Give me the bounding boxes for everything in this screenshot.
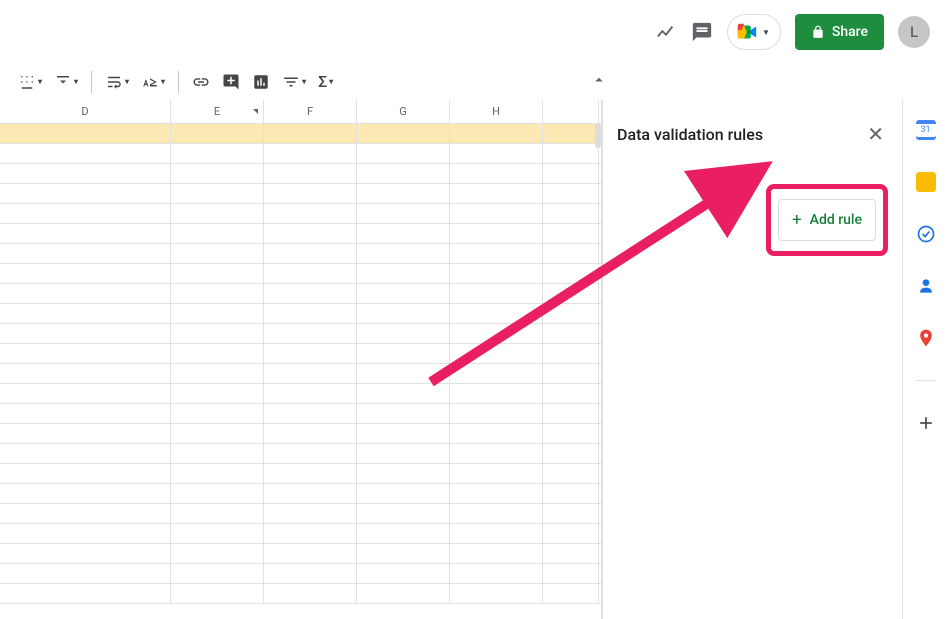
wrap-text-tool[interactable]: ▾	[101, 69, 133, 95]
close-icon[interactable]: ✕	[863, 118, 888, 150]
table-row[interactable]	[0, 264, 601, 284]
table-row[interactable]	[0, 404, 601, 424]
separator	[916, 380, 936, 381]
top-bar: ▼ Share L	[0, 0, 948, 64]
filter-tool[interactable]: ▾	[278, 69, 310, 95]
rotate-text-tool[interactable]: ▾	[137, 69, 169, 95]
column-headers: D E F G H	[0, 100, 601, 124]
sidebar-title: Data validation rules	[617, 125, 763, 144]
annotation-highlight: + Add rule	[766, 184, 888, 256]
separator	[178, 71, 179, 93]
table-row[interactable]	[0, 184, 601, 204]
column-header[interactable]: E	[171, 100, 264, 123]
keep-icon[interactable]	[914, 170, 938, 194]
add-addon-icon[interactable]	[914, 411, 938, 435]
column-header[interactable]: D	[0, 100, 171, 123]
column-header[interactable]	[543, 100, 599, 123]
share-button[interactable]: Share	[795, 14, 884, 50]
toolbar: ▾ ▾ ▾ ▾ ▾ Σ ▾	[0, 64, 948, 100]
plus-icon: +	[792, 210, 802, 230]
scrollbar[interactable]	[595, 124, 601, 148]
table-row[interactable]	[0, 164, 601, 184]
column-header[interactable]: G	[357, 100, 450, 123]
table-row[interactable]	[0, 424, 601, 444]
spreadsheet-grid[interactable]: D E F G H	[0, 100, 602, 619]
table-row[interactable]	[0, 464, 601, 484]
vertical-align-tool[interactable]: ▾	[50, 69, 82, 95]
filter-indicator-icon[interactable]	[253, 109, 258, 114]
table-row[interactable]	[0, 304, 601, 324]
side-panel-rail	[902, 100, 948, 619]
data-validation-panel: Data validation rules ✕ + Add rule	[602, 100, 902, 619]
comments-icon[interactable]	[691, 21, 713, 43]
collapse-toolbar-icon[interactable]	[590, 71, 608, 93]
border-bottom-tool[interactable]: ▾	[14, 69, 46, 95]
table-row[interactable]	[0, 564, 601, 584]
dropdown-arrow-icon: ▼	[762, 28, 770, 37]
maps-icon[interactable]	[914, 326, 938, 350]
table-row[interactable]	[0, 364, 601, 384]
lock-icon	[811, 25, 825, 39]
separator	[91, 71, 92, 93]
tasks-icon[interactable]	[914, 222, 938, 246]
table-row[interactable]	[0, 504, 601, 524]
selected-row[interactable]	[0, 124, 601, 144]
table-row[interactable]	[0, 324, 601, 344]
table-row[interactable]	[0, 544, 601, 564]
meet-button[interactable]: ▼	[727, 14, 781, 50]
avatar[interactable]: L	[898, 16, 930, 48]
contacts-icon[interactable]	[914, 274, 938, 298]
table-row[interactable]	[0, 224, 601, 244]
calendar-icon[interactable]	[914, 118, 938, 142]
share-label: Share	[832, 24, 868, 40]
insert-link-tool[interactable]	[188, 69, 214, 95]
column-header[interactable]: F	[264, 100, 357, 123]
table-row[interactable]	[0, 284, 601, 304]
functions-tool[interactable]: Σ ▾	[314, 68, 337, 95]
history-trend-icon[interactable]	[655, 21, 677, 43]
insert-comment-tool[interactable]	[218, 69, 244, 95]
table-row[interactable]	[0, 524, 601, 544]
table-row[interactable]	[0, 244, 601, 264]
table-row[interactable]	[0, 584, 601, 604]
add-rule-button[interactable]: + Add rule	[778, 199, 876, 241]
table-row[interactable]	[0, 484, 601, 504]
table-row[interactable]	[0, 144, 601, 164]
column-header[interactable]: H	[450, 100, 543, 123]
table-row[interactable]	[0, 204, 601, 224]
table-row[interactable]	[0, 384, 601, 404]
add-rule-label: Add rule	[810, 212, 862, 228]
table-row[interactable]	[0, 444, 601, 464]
insert-chart-tool[interactable]	[248, 69, 274, 95]
table-row[interactable]	[0, 344, 601, 364]
